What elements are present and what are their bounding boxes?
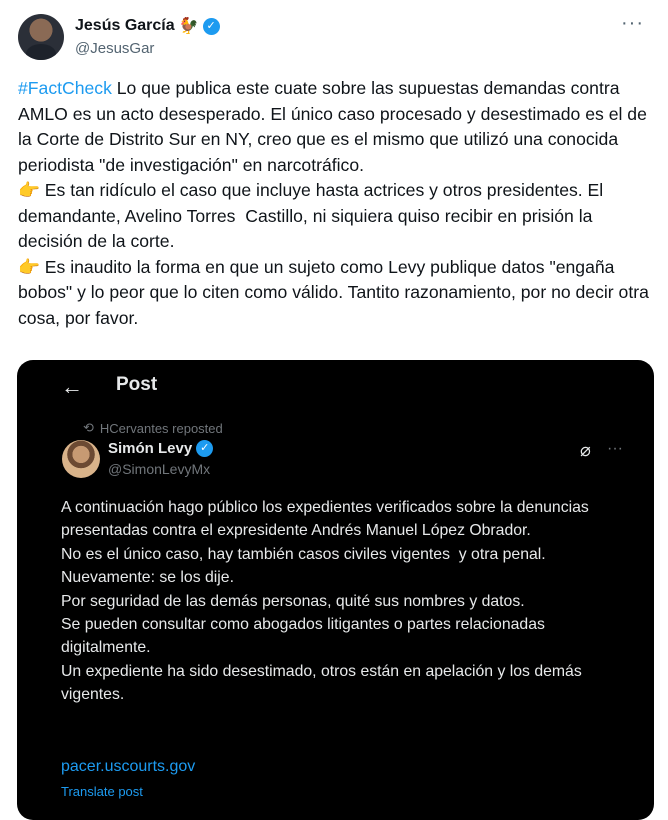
tweet-body: Lo que publica este cuate sobre las supu… <box>18 78 649 328</box>
more-options-icon[interactable]: ··· <box>621 12 644 35</box>
tweet-text: #FactCheck Lo que publica este cuate sob… <box>18 76 658 331</box>
post-header-title: Post <box>116 374 158 395</box>
author-avatar[interactable] <box>18 14 64 60</box>
back-arrow-icon: ← <box>61 374 83 399</box>
inner-post-text: A continuación hago público los expedien… <box>61 499 589 704</box>
inner-author-handle: @SimonLevyMx <box>108 461 211 477</box>
inner-translate-link: Translate post <box>61 784 143 799</box>
author-name[interactable]: Jesús García 🐓 ✓ <box>75 16 220 36</box>
inner-verified-badge-icon: ✓ <box>196 440 214 457</box>
repost-indicator: ⟲ HCervantes reposted <box>83 420 223 436</box>
inner-more-icon: ··· <box>607 440 623 457</box>
inner-author-avatar <box>62 440 100 478</box>
repost-icon: ⟲ <box>83 420 94 435</box>
hashtag-link[interactable]: #FactCheck <box>18 78 112 98</box>
inner-post-link: pacer.uscourts.gov <box>61 758 196 775</box>
grok-icon: ⌀ <box>580 440 591 460</box>
author-handle[interactable]: @JesusGar <box>75 40 154 57</box>
inner-author-name: Simón Levy ✓ <box>108 440 214 457</box>
verified-badge-icon: ✓ <box>202 17 220 35</box>
embedded-screenshot[interactable]: ← Post ⟲ HCervantes reposted Simón Levy … <box>17 360 654 820</box>
rooster-emoji: 🐓 <box>178 18 199 35</box>
